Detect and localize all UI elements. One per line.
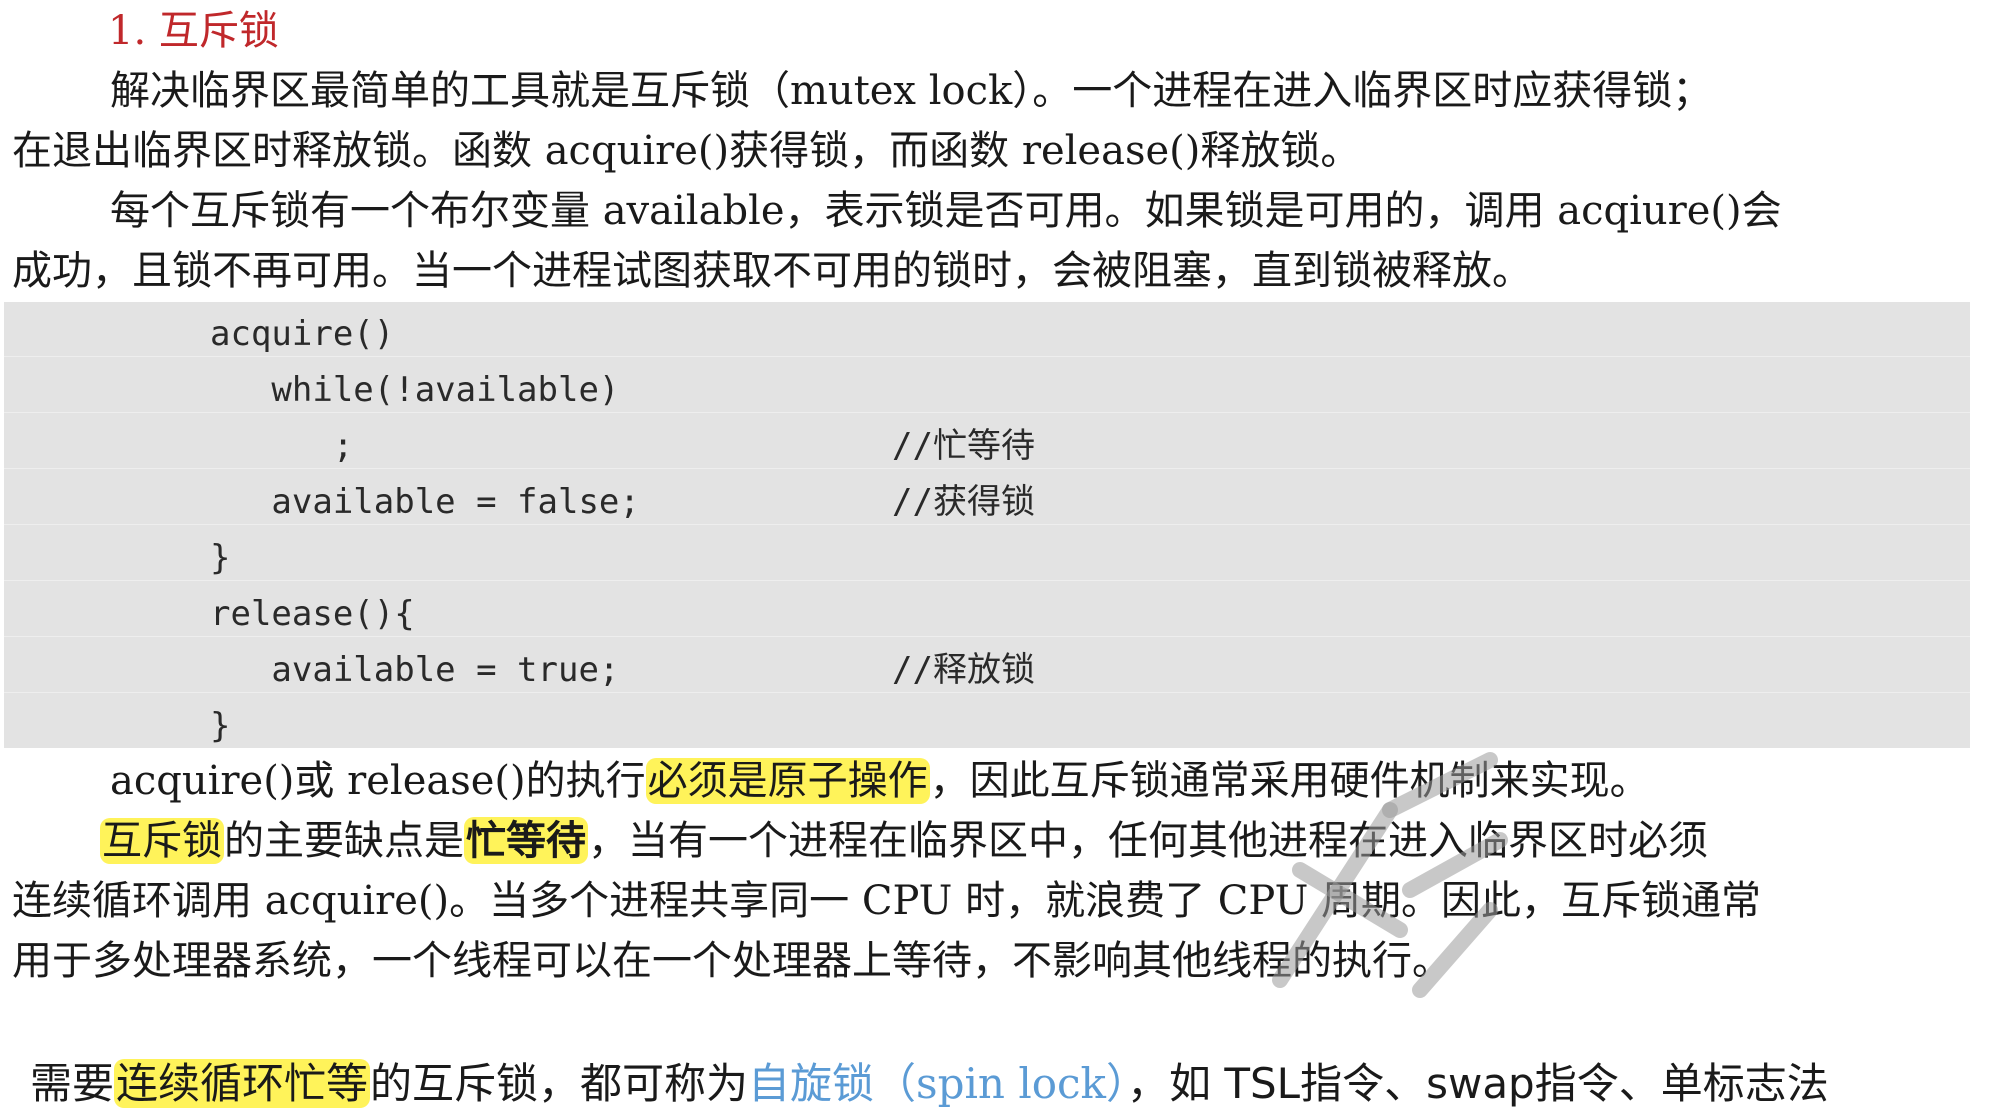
paragraph-4-mid: 的主要缺点是 <box>224 818 464 864</box>
paragraph-4-line-3: 用于多处理器系统，一个线程可以在一个处理器上等待，不影响其他线程的执行。 <box>12 938 1452 984</box>
paragraph-1-line-2: 在退出临界区时释放锁。函数 acquire()获得锁，而函数 release()… <box>12 128 1361 174</box>
code-block: acquire() while(!available) ; //忙等待 avai… <box>4 302 1970 748</box>
code-comment-busy-wait: //忙等待 <box>892 426 1035 466</box>
paragraph-3-before: acquire()或 release()的执行 <box>110 758 646 804</box>
paragraph-1-line-1: 解决临界区最简单的工具就是互斥锁（mutex lock）。一个进程在进入临界区时… <box>110 68 1713 114</box>
code-line-5: } <box>210 538 231 578</box>
watermark-logo <box>1272 752 1508 998</box>
code-line-3: ; <box>210 426 354 466</box>
paragraph-4-after: ，当有一个进程在临界区中，任何其他进程在进入临界区时必须 <box>588 818 1708 864</box>
spin-lock-link[interactable]: 自旋锁（spin lock） <box>748 1059 1127 1108</box>
code-comment-acquire-lock: //获得锁 <box>892 482 1035 522</box>
highlight-busy-wait: 忙等待 <box>464 817 588 864</box>
code-line-4: available = false; <box>210 482 640 522</box>
paragraph-2-line-1: 每个互斥锁有一个布尔变量 available，表示锁是否可用。如果锁是可用的，调… <box>110 188 1782 234</box>
code-line-6: release(){ <box>210 594 415 634</box>
highlight-atomic-operation: 必须是原子操作 <box>645 758 930 804</box>
paragraph-2-line-2: 成功，且锁不再可用。当一个进程试图获取不可用的锁时，会被阻塞，直到锁被释放。 <box>12 248 1532 294</box>
highlight-mutex-lock: 互斥锁 <box>100 818 224 864</box>
code-comment-release-lock: //释放锁 <box>892 650 1035 690</box>
spin-lock-note: 需要连续循环忙等的互斥锁，都可称为自旋锁（spin lock），如 TSL指令、… <box>30 1056 1829 1111</box>
note-mid: 的互斥锁，都可称为 <box>370 1059 749 1108</box>
code-line-2: while(!available) <box>210 370 620 410</box>
code-line-7: available = true; <box>210 650 620 690</box>
note-prefix: 需要 <box>30 1059 115 1108</box>
highlight-continuous-busy-wait: 连续循环忙等 <box>114 1059 371 1108</box>
note-suffix: ，如 TSL指令、swap指令、单标志法 <box>1127 1059 1829 1108</box>
code-line-1: acquire() <box>210 314 395 354</box>
code-line-8: } <box>210 706 231 746</box>
section-heading: 1. 互斥锁 <box>108 8 279 54</box>
